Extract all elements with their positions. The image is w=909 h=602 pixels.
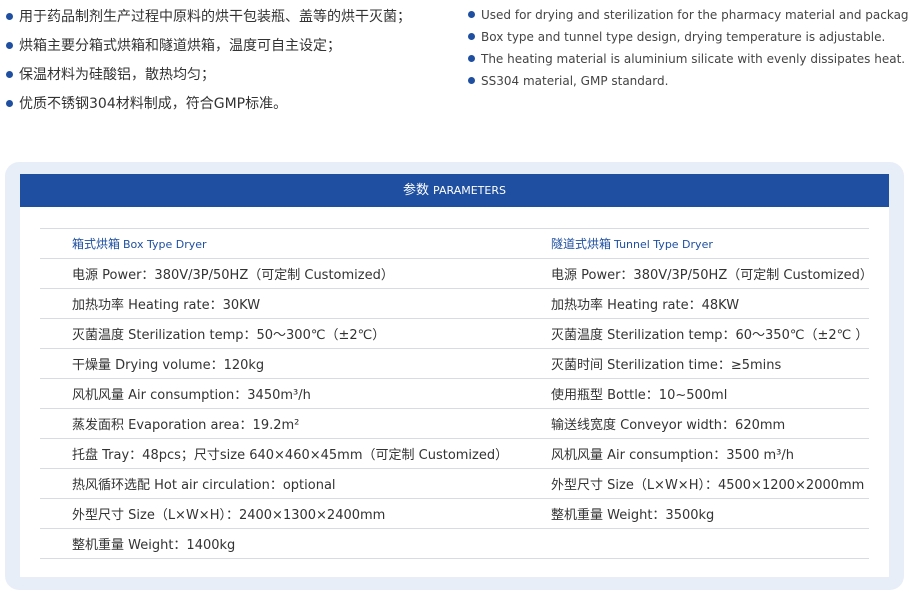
tunnel-type-spec: 加热功率 Heating rate：48KW — [505, 288, 869, 319]
tunnel-type-spec: 灭菌时间 Sterilization time：≥5mins — [505, 348, 869, 379]
tunnel-type-spec: 外型尺寸 Size（L×W×H）：4500×1200×2000mm — [505, 468, 869, 499]
spec-row: 加热功率 Heating rate：30KW 加热功率 Heating rate：… — [40, 288, 869, 319]
box-type-spec: 灭菌温度 Sterilization temp：50～300℃（±2℃） — [40, 318, 505, 349]
tunnel-type-spec: 电源 Power：380V/3P/50HZ（可定制 Customized） — [505, 258, 873, 289]
box-type-spec: 干燥量 Drying volume：120kg — [40, 348, 505, 379]
tunnel-type-spec: 输送线宽度 Conveyor width：620mm — [505, 408, 869, 439]
spec-row: 整机重量 Weight：1400kg — [40, 528, 869, 559]
bullet-icon — [6, 13, 13, 20]
bullet-icon — [6, 42, 13, 49]
box-type-spec: 托盘 Tray：48pcs；尺寸size 640×460×45mm（可定制 Cu… — [40, 438, 508, 469]
spec-row: 外型尺寸 Size（L×W×H）：2400×1300×2400mm 整机重量 We… — [40, 498, 869, 529]
parameters-title-en: PARAMETERS — [433, 184, 506, 197]
box-type-header: 箱式烘箱 Box Type Dryer — [40, 228, 505, 259]
features-list-cn: 用于药品制剂生产过程中原料的烘干包装瓶、盖等的烘干灭菌； 烘箱主要分箱式烘箱和隧… — [6, 7, 456, 123]
box-type-spec: 热风循环选配 Hot air circulation：optional — [40, 468, 505, 499]
feature-item: The heating material is aluminium silica… — [468, 50, 908, 72]
spec-row: 热风循环选配 Hot air circulation：optional 外型尺寸 … — [40, 468, 869, 499]
box-type-spec: 外型尺寸 Size（L×W×H）：2400×1300×2400mm — [40, 498, 505, 529]
parameters-title-cn: 参数 — [403, 183, 430, 198]
box-type-spec: 加热功率 Heating rate：30KW — [40, 288, 505, 319]
bullet-icon — [468, 55, 475, 62]
spec-row: 托盘 Tray：48pcs；尺寸size 640×460×45mm（可定制 Cu… — [40, 438, 869, 469]
features-list-en: Used for drying and sterilization for th… — [468, 6, 909, 94]
parameters-panel: 参数 PARAMETERS 箱式烘箱 Box Type Dryer 隧道式烘箱 Tun… — [5, 162, 904, 590]
tunnel-type-header: 隧道式烘箱 Tunnel Type Dryer — [505, 228, 869, 259]
bullet-icon — [468, 33, 475, 40]
feature-item: Used for drying and sterilization for th… — [468, 6, 909, 28]
feature-item: Box type and tunnel type design, drying … — [468, 28, 908, 50]
spec-row: 灭菌温度 Sterilization temp：50～300℃（±2℃） 灭菌温度… — [40, 318, 869, 349]
spec-row: 蒸发面积 Evaporation area：19.2m² 输送线宽度 Convey… — [40, 408, 869, 439]
tunnel-type-spec: 风机风量 Air consumption：3500 m³/h — [505, 438, 869, 469]
feature-item: 烘箱主要分箱式烘箱和隧道烘箱，温度可自主设定； — [6, 36, 456, 65]
feature-item: 用于药品制剂生产过程中原料的烘干包装瓶、盖等的烘干灭菌； — [6, 7, 456, 36]
tunnel-type-spec — [505, 528, 869, 559]
tunnel-type-spec: 灭菌温度 Sterilization temp：60～350℃（±2℃ ） — [505, 318, 869, 349]
spec-row: 风机风量 Air consumption：3450m³/h 使用瓶型 Bottle… — [40, 378, 869, 409]
parameters-card: 参数 PARAMETERS 箱式烘箱 Box Type Dryer 隧道式烘箱 Tun… — [20, 174, 889, 577]
feature-item: 保温材料为硅酸铝，散热均匀； — [6, 65, 456, 94]
spec-table: 箱式烘箱 Box Type Dryer 隧道式烘箱 Tunnel Type Drye… — [40, 228, 873, 559]
bullet-icon — [468, 11, 475, 18]
bullet-icon — [6, 71, 13, 78]
tunnel-type-spec: 整机重量 Weight：3500kg — [505, 498, 869, 529]
box-type-spec: 电源 Power：380V/3P/50HZ（可定制 Customized） — [40, 258, 505, 289]
spec-row: 电源 Power：380V/3P/50HZ（可定制 Customized） 电源 … — [40, 258, 873, 289]
box-type-spec: 蒸发面积 Evaporation area：19.2m² — [40, 408, 505, 439]
feature-item: SS304 material, GMP standard. — [468, 72, 908, 94]
bullet-icon — [6, 100, 13, 107]
spec-row: 干燥量 Drying volume：120kg 灭菌时间 Sterilizatio… — [40, 348, 869, 379]
tunnel-type-spec: 使用瓶型 Bottle：10~500ml — [505, 378, 869, 409]
feature-item: 优质不锈钢304材料制成，符合GMP标准。 — [6, 94, 456, 123]
box-type-spec: 整机重量 Weight：1400kg — [40, 528, 505, 559]
spec-table-header-row: 箱式烘箱 Box Type Dryer 隧道式烘箱 Tunnel Type Drye… — [40, 228, 869, 259]
parameters-header: 参数 PARAMETERS — [20, 174, 889, 207]
box-type-spec: 风机风量 Air consumption：3450m³/h — [40, 378, 505, 409]
bullet-icon — [468, 77, 475, 84]
